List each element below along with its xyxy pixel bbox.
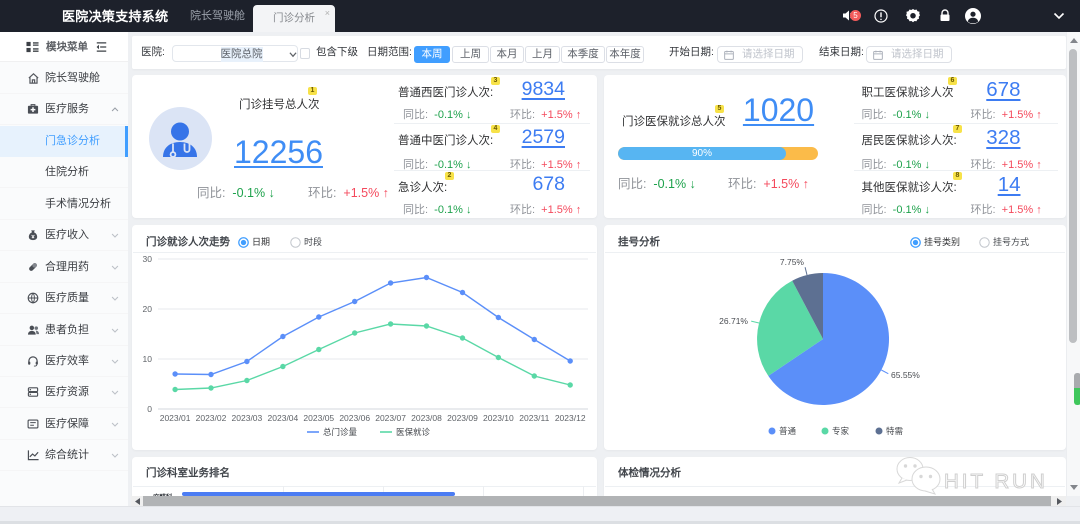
- svg-text:HIT RUN: HIT RUN: [944, 470, 1048, 493]
- svg-text:65.55%: 65.55%: [891, 370, 920, 380]
- svg-text:10: 10: [143, 354, 153, 364]
- svg-text:2023/11: 2023/11: [519, 413, 549, 423]
- svg-text:2023/09: 2023/09: [447, 413, 478, 423]
- svg-text:2023/03: 2023/03: [232, 413, 263, 423]
- svg-text:2023/06: 2023/06: [339, 413, 370, 423]
- svg-text:普通: 普通: [779, 426, 797, 436]
- svg-text:总门诊量: 总门诊量: [323, 427, 358, 437]
- svg-text:2023/01: 2023/01: [160, 413, 191, 423]
- svg-text:2023/04: 2023/04: [268, 413, 299, 423]
- svg-text:26.71%: 26.71%: [719, 316, 748, 326]
- svg-text:2023/10: 2023/10: [483, 413, 514, 423]
- svg-text:2023/02: 2023/02: [196, 413, 227, 423]
- svg-text:0: 0: [147, 404, 152, 414]
- svg-text:2023/05: 2023/05: [303, 413, 334, 423]
- svg-text:2023/07: 2023/07: [375, 413, 406, 423]
- svg-text:专家: 专家: [832, 426, 850, 436]
- svg-text:20: 20: [143, 304, 153, 314]
- svg-text:特需: 特需: [886, 426, 903, 436]
- svg-text:30: 30: [143, 254, 153, 264]
- svg-text:医保就诊: 医保就诊: [396, 427, 431, 437]
- svg-text:2023/12: 2023/12: [555, 413, 586, 423]
- svg-text:2023/08: 2023/08: [411, 413, 442, 423]
- svg-text:7.75%: 7.75%: [780, 257, 805, 267]
